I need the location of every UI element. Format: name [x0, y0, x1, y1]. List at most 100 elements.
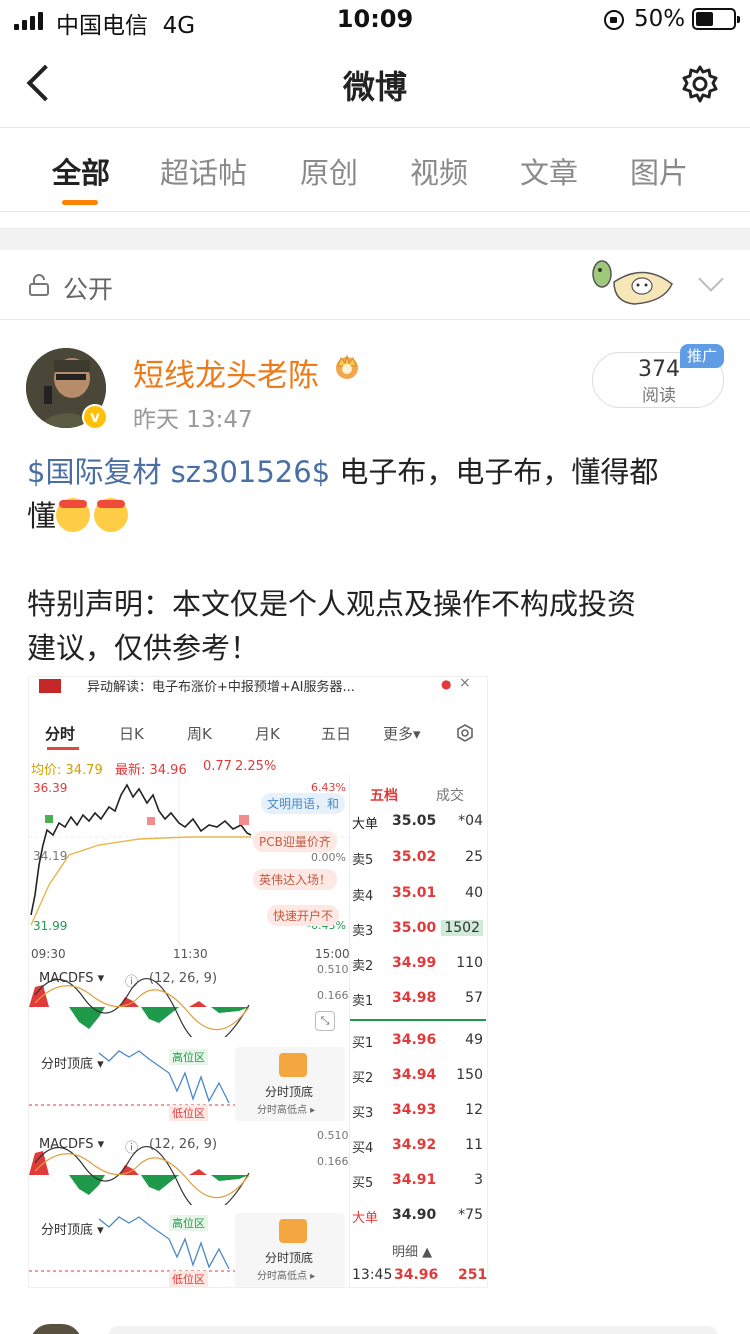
bid-ask-divider — [350, 1019, 486, 1021]
orderbook-row-price: 34.93 — [392, 1102, 437, 1118]
orderbook-row-volume: 11 — [465, 1137, 483, 1153]
orderbook-row-label: 买3 — [352, 1106, 374, 1121]
status-bar: 中国电信 4G 10:09 50% — [0, 0, 750, 40]
orderbook-row-label: 大单 — [352, 817, 379, 832]
orderbook-row-volume: 150 — [456, 1067, 483, 1083]
indicator-card: 分时顶底 分时高低点 ▸ — [235, 1047, 345, 1121]
macd-value-1: 0.510 — [317, 963, 349, 976]
orderbook-row-volume: 40 — [465, 885, 483, 901]
macd-value-1: 0.510 — [317, 1129, 349, 1142]
cheer-emoji-icon — [94, 498, 129, 532]
chart-tab-more: 更多▾ — [383, 725, 421, 743]
orderbook-tab-trades: 成交 — [436, 788, 464, 804]
expand-icon: ⤡ — [315, 1011, 335, 1031]
post-timestamp: 昨天 13:47 — [133, 407, 253, 433]
orderbook-row-volume: *75 — [458, 1207, 483, 1223]
y-label-low: 31.99 — [33, 919, 68, 933]
chart-tab-intraday: 分时 — [45, 725, 76, 743]
orderbook-row-price: 35.00 — [392, 920, 437, 936]
orderbook-row-label: 卖3 — [352, 924, 374, 939]
orderbook-row-volume: 49 — [465, 1032, 483, 1048]
tab-article[interactable]: 文章 — [520, 150, 578, 192]
nav-bar: 微博 — [0, 40, 750, 128]
chart-tab-weekly: 周K — [187, 725, 212, 743]
orderbook-row-volume: 57 — [465, 990, 483, 1006]
orderbook-row-price: 34.90 — [392, 1207, 437, 1223]
x-label-noon: 11:30 — [173, 947, 208, 961]
username[interactable]: 短线龙头老陈 — [133, 350, 319, 395]
indicator-card-title: 分时顶底 — [265, 1085, 314, 1099]
tab-images[interactable]: 图片 — [630, 150, 688, 192]
orderbook-row-label: 卖4 — [352, 889, 374, 904]
price-change-pct: 2.25% — [235, 759, 277, 774]
verified-badge-icon: v — [82, 404, 108, 430]
tab-super-topic[interactable]: 超话帖 — [160, 150, 247, 192]
battery-icon — [692, 8, 740, 30]
orderbook-row-label: 卖2 — [352, 959, 374, 974]
high-zone-tag: 高位区 — [169, 1049, 208, 1065]
orderbook-row-label: 卖1 — [352, 994, 374, 1009]
orderbook-row-label: 大单 — [352, 1211, 379, 1226]
x-label-close: 15:00 — [315, 947, 350, 961]
rotation-lock-icon — [604, 10, 624, 30]
indicator-card-sub: 分时高低点 ▸ — [257, 1271, 316, 1282]
high-zone-tag: 高位区 — [169, 1215, 208, 1231]
orderbook-row-price: 34.94 — [392, 1067, 437, 1083]
indicator-card-icon — [279, 1053, 307, 1077]
decorative-sticker-icon — [592, 260, 673, 305]
low-zone-tag: 低位区 — [169, 1271, 208, 1287]
battery-percent: 50% — [634, 6, 686, 32]
orderbook-row-volume: *04 — [458, 813, 483, 829]
post-text-line1: 电子布，电子布，懂得都 — [330, 455, 659, 489]
tab-video[interactable]: 视频 — [410, 150, 468, 192]
indicator-card-icon — [279, 1219, 307, 1243]
visibility-row[interactable]: 公开 — [0, 250, 750, 320]
crown-badge-icon[interactable] — [332, 352, 362, 380]
orderbook-row-volume: 25 — [465, 849, 483, 865]
promote-badge[interactable]: 推广 — [680, 344, 724, 368]
filter-tabs: 全部 超话帖 原创 视频 文章 图片 — [0, 128, 750, 212]
settings-gear-icon[interactable] — [680, 64, 720, 104]
orderbook-row-volume: 12 — [465, 1102, 483, 1118]
next-comment-preview — [0, 1300, 750, 1334]
y-label-high: 36.39 — [33, 781, 68, 795]
orderbook-row-price: 35.05 — [392, 813, 437, 829]
macd-histogram — [29, 1146, 250, 1205]
post-text-line2: 懂 — [27, 499, 57, 533]
post-body: $国际复材 sz301526$ 电子布，电子布，懂得都 懂 特别声明：本文仅是个… — [27, 450, 727, 670]
chart-tab-daily: 日K — [119, 725, 144, 743]
orderbook-row-price: 35.01 — [392, 885, 437, 901]
orderbook-row-volume: 1502 — [441, 920, 483, 936]
chart-settings-icon — [457, 724, 473, 742]
indicator-card: 分时顶底 分时高低点 ▸ — [235, 1213, 345, 1287]
y-label-mid: 34.19 — [33, 849, 68, 863]
low-zone-tag: 低位区 — [169, 1105, 208, 1121]
chevron-down-icon[interactable] — [698, 266, 724, 292]
macd-value-2: 0.166 — [317, 989, 349, 1002]
stock-topic-link[interactable]: $国际复材 sz301526$ — [27, 455, 330, 489]
orderbook-row-price: 34.96 — [392, 1032, 437, 1048]
visibility-label: 公开 — [63, 275, 114, 304]
active-tab-indicator — [62, 200, 98, 205]
indicator-card-sub: 分时高低点 ▸ — [257, 1105, 316, 1116]
image-headline: 异动解读：电子布涨价+中报预增+AI服务器... — [87, 680, 355, 695]
tab-original[interactable]: 原创 — [300, 150, 358, 192]
app-logo-icon — [39, 679, 61, 693]
price-change: 0.77 — [203, 759, 232, 774]
news-bubble: PCB迎量价齐 — [253, 831, 337, 852]
page-title: 微博 — [342, 68, 407, 106]
last-trade-price: 34.96 — [394, 1267, 439, 1283]
post-image-stock-chart[interactable]: 异动解读：电子布涨价+中报预增+AI服务器... ● × 分时 日K 周K 月K… — [28, 676, 488, 1288]
avatar — [30, 1324, 82, 1334]
macd-histogram — [29, 978, 250, 1037]
orderbook-row-label: 卖5 — [352, 853, 374, 868]
news-bubble: 英伟达入场！ — [253, 869, 338, 890]
orderbook-row-price: 34.98 — [392, 990, 437, 1006]
last-trade-time: 13:45 — [352, 1267, 393, 1283]
orderbook-row-volume: 3 — [474, 1172, 483, 1188]
tab-all[interactable]: 全部 — [52, 150, 110, 192]
macd-value-2: 0.166 — [317, 1155, 349, 1168]
comment-input[interactable] — [108, 1326, 718, 1334]
y-label-pct-mid: 0.00% — [311, 851, 346, 864]
disclaimer-line2: 建议，仅供参考！ — [27, 631, 260, 665]
